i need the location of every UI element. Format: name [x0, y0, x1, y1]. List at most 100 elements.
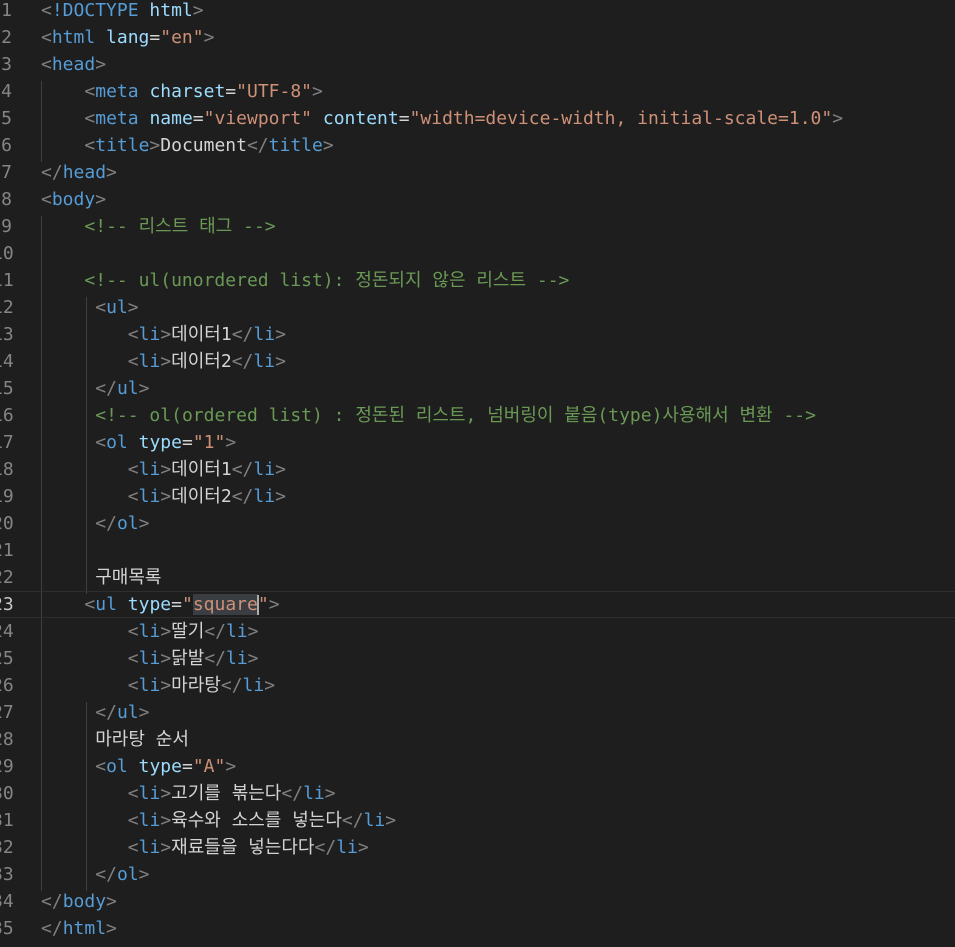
punctuation: > [275, 486, 286, 507]
punctuation: > [832, 108, 844, 129]
punctuation: </ [281, 783, 304, 804]
code-line[interactable]: 16 <!-- ol(ordered list) : 정돈된 리스트, 넘버링이 … [0, 402, 955, 429]
line-number: 13 [0, 324, 14, 345]
code-line[interactable]: 25 <li>닭발</li> [0, 645, 955, 672]
punctuation: > [268, 594, 280, 615]
punctuation: > [138, 513, 150, 534]
punctuation: > [203, 27, 215, 48]
code-line[interactable]: 27 </ul> [0, 699, 955, 726]
code-content: <li>재료들을 넣는다다</li> [128, 834, 369, 861]
code-line[interactable]: 14<li>데이터2</li> [0, 348, 955, 375]
code-line[interactable]: 11 <!-- ul(unordered list): 정돈되지 않은 리스트 -… [0, 267, 955, 294]
code-line[interactable]: 5 <meta name="viewport" content="width=de… [0, 105, 955, 132]
code-line[interactable]: 9 <!-- 리스트 태그 --> [0, 213, 955, 240]
punctuation: </ [231, 351, 254, 372]
code-line[interactable]: 15 </ul> [0, 375, 955, 402]
punctuation: > [160, 648, 172, 669]
code-line[interactable]: 28 마라탕 순서 [0, 726, 955, 753]
text-content: = [171, 594, 182, 615]
code-line[interactable]: 6 <title>Document</title> [0, 132, 955, 159]
code-line[interactable]: 17 <ol type="1"> [0, 429, 955, 456]
code-line[interactable]: 24 <li>딸기</li> [0, 618, 955, 645]
string-value: "A" [192, 756, 226, 777]
attribute-name: type [138, 432, 182, 453]
line-number: 32 [0, 837, 14, 858]
tag-name: ol [116, 513, 139, 534]
code-line[interactable]: 21 [0, 537, 955, 564]
code-content: <li>고기를 볶는다</li> [128, 780, 336, 807]
tag-name: head [51, 54, 96, 75]
code-line[interactable]: 23<ul type="square"> [0, 591, 955, 618]
code-content: <!-- ul(unordered list): 정돈되지 않은 리스트 --> [84, 267, 569, 294]
punctuation: > [225, 432, 237, 453]
code-content: <li>데이터2</li> [128, 348, 286, 375]
tag-name: li [253, 486, 276, 507]
text-content: = [181, 756, 193, 777]
code-line[interactable]: 3 <head> [0, 51, 955, 78]
line-number: 7 [1, 162, 12, 183]
code-line[interactable]: 20 </ol> [0, 510, 955, 537]
line-number: 4 [1, 81, 12, 102]
code-line[interactable]: 18<li>데이터1</li> [0, 456, 955, 483]
punctuation: > [160, 837, 172, 858]
line-number: 24 [0, 621, 14, 642]
line-number: 25 [0, 648, 14, 669]
code-line[interactable]: 2 <html lang="en"> [0, 24, 955, 51]
string-value: "UTF-8" [236, 81, 312, 102]
code-content: <li>닭발</li> [128, 645, 259, 672]
punctuation: < [127, 486, 139, 507]
code-content: <li>데이터1</li> [128, 456, 286, 483]
punctuation: < [127, 837, 139, 858]
text-content: 마라탕 순서 [95, 729, 189, 750]
punctuation: </ [95, 702, 117, 723]
line-number: 3 [1, 54, 12, 75]
code-content: <li>딸기</li> [128, 618, 259, 645]
code-content: </ul> [95, 699, 149, 726]
code-content: </head> [41, 159, 117, 186]
code-line[interactable]: 34 </body> [0, 888, 955, 915]
tag-name: li [138, 621, 161, 642]
attribute-name: lang [106, 27, 150, 48]
code-line[interactable]: 10 [0, 240, 955, 267]
code-line[interactable]: 35 </html> [0, 915, 955, 942]
code-line[interactable]: 13<li>데이터1</li> [0, 321, 955, 348]
code-line[interactable]: 4 <meta charset="UTF-8"> [0, 78, 955, 105]
code-line[interactable]: 22 구매목록 [0, 564, 955, 591]
text-content: 데이터2 [171, 486, 232, 507]
code-line[interactable]: 33 </ol> [0, 861, 955, 888]
punctuation: > [275, 351, 286, 372]
code-line[interactable]: 12 <ul> [0, 294, 955, 321]
code-line[interactable]: 29 <ol type="A"> [0, 753, 955, 780]
line-number: 21 [0, 540, 14, 561]
punctuation: > [95, 54, 107, 75]
punctuation: </ [246, 135, 269, 156]
code-line[interactable]: 30<li>고기를 볶는다</li> [0, 780, 955, 807]
code-line[interactable]: 32<li>재료들을 넣는다다</li> [0, 834, 955, 861]
punctuation: > [324, 783, 336, 804]
code-content: <!DOCTYPE html> [41, 0, 204, 24]
tag-name: ol [106, 432, 128, 453]
code-line[interactable]: 8 <body> [0, 186, 955, 213]
attribute-name: name [149, 108, 193, 129]
text-content: 데이터1 [171, 324, 232, 345]
punctuation: < [127, 459, 139, 480]
code-line[interactable]: 26<li>마라탕</li> [0, 672, 955, 699]
code-line[interactable]: 19<li>데이터2</li> [0, 483, 955, 510]
tag-name: li [336, 837, 358, 858]
punctuation: < [41, 54, 52, 75]
text-content: = [181, 432, 193, 453]
code-content: </ol> [95, 510, 149, 537]
code-line[interactable]: 31<li>육수와 소스를 넣는다</li> [0, 807, 955, 834]
punctuation: < [127, 783, 139, 804]
code-editor[interactable]: 1 <!DOCTYPE html> 2 <html lang="en"> 3 <head>… [0, 0, 955, 947]
code-line[interactable]: 1 <!DOCTYPE html> [0, 0, 955, 24]
comment: <!-- ul(unordered list): 정돈되지 않은 리스트 --> [84, 270, 570, 291]
text-content: = [149, 27, 161, 48]
code-content: <head> [41, 51, 106, 78]
code-content: <html lang="en"> [41, 24, 214, 51]
punctuation: </ [95, 513, 117, 534]
line-number: 29 [0, 756, 14, 777]
code-line[interactable]: 7 </head> [0, 159, 955, 186]
text-content: = [192, 108, 204, 129]
tag-name: li [138, 810, 161, 831]
